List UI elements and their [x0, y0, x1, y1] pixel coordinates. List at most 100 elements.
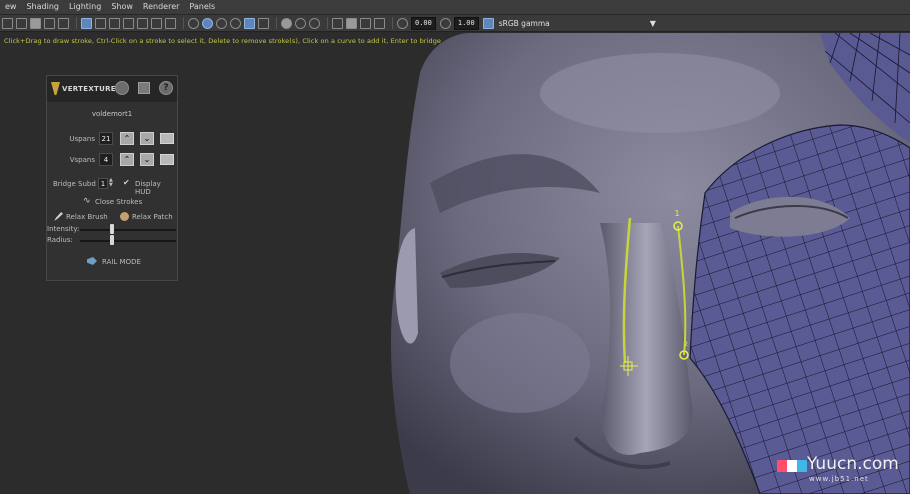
viewport[interactable]: 1 2 Click+Drag to draw stroke, Ctrl-Clic…	[0, 33, 910, 494]
ambient-occlusion-icon[interactable]	[281, 17, 292, 29]
intensity-row: Intensity:	[47, 224, 177, 235]
bookmark-icon[interactable]	[30, 17, 41, 29]
uspans-label: Uspans	[69, 135, 95, 143]
relax-patch-icon[interactable]	[120, 212, 129, 221]
anti-aliasing-icon[interactable]	[309, 17, 320, 29]
2d-pan-zoom-icon[interactable]	[58, 17, 69, 29]
select-camera-icon[interactable]	[2, 17, 13, 29]
menu-bar: ew Shading Lighting Show Renderer Panels	[0, 0, 910, 15]
menu-shading[interactable]: Shading	[21, 0, 64, 14]
radius-slider[interactable]	[80, 240, 176, 242]
watermark-subtext: www.jb51.net	[809, 475, 869, 483]
shadows-icon[interactable]	[258, 17, 269, 29]
close-strokes-label: Close Strokes	[95, 198, 143, 206]
intensity-slider[interactable]	[80, 229, 176, 231]
lighting-icon[interactable]	[244, 17, 255, 29]
field-chart-icon[interactable]	[137, 17, 148, 29]
mesh-name: voldemort1	[91, 110, 133, 118]
film-gate-icon[interactable]	[95, 17, 106, 29]
uspans-row: Uspans 21 ⌃ ⌄	[47, 132, 177, 146]
toolbar-divider	[327, 17, 328, 29]
motion-blur-icon[interactable]	[295, 17, 306, 29]
exposure-icon[interactable]	[397, 17, 408, 29]
menu-view[interactable]: ew	[0, 0, 21, 14]
vertexture-panel: VERTEXTURE ? voldemort1 Uspans 21 ⌃ ⌄ Vs…	[46, 75, 178, 281]
panel-header: VERTEXTURE ?	[47, 76, 177, 102]
display-hud-label: Display HUD	[135, 180, 161, 196]
display-hud-checkbox[interactable]: ✔	[123, 178, 130, 187]
uspans-up-icon[interactable]: ⌃	[120, 132, 134, 145]
color-management-icon[interactable]	[482, 17, 494, 29]
circle-half-icon[interactable]	[115, 81, 129, 95]
wireframe-icon[interactable]	[188, 17, 199, 29]
bridge-subd-row: Bridge Subd 1 ▲ ▼ ✔ Display HUD	[47, 178, 177, 197]
wireframe-on-shaded-icon[interactable]	[216, 17, 227, 29]
exposure-field[interactable]: 0.00	[411, 16, 436, 30]
intensity-handle[interactable]	[110, 224, 115, 234]
vspans-up-icon[interactable]: ⌃	[120, 153, 134, 166]
menu-renderer[interactable]: Renderer	[138, 0, 185, 14]
toolbar-divider	[76, 17, 77, 29]
watermark-bar-red	[777, 460, 787, 472]
toolbar-divider	[276, 17, 277, 29]
vspans-reset-button[interactable]	[160, 154, 174, 165]
xray-joints-icon[interactable]	[360, 17, 371, 29]
menu-panels[interactable]: Panels	[184, 0, 220, 14]
view-transform-select[interactable]: sRGB gamma	[499, 19, 550, 28]
vspans-label: Vspans	[69, 156, 95, 164]
menu-icon[interactable]	[138, 82, 150, 94]
rail-mode-icon	[87, 257, 97, 265]
isolate-select-icon[interactable]	[332, 17, 343, 29]
vspans-row: Vspans 4 ⌃ ⌄	[47, 153, 177, 167]
watermark-bar-white	[787, 460, 797, 472]
radius-handle[interactable]	[110, 235, 115, 245]
relax-row: Relax Brush Relax Patch	[47, 211, 177, 223]
menu-show[interactable]: Show	[106, 0, 138, 14]
uspans-reset-button[interactable]	[160, 133, 174, 144]
tool-hint: Click+Drag to draw stroke, Ctrl-Click on…	[4, 37, 442, 45]
gamma-icon[interactable]	[439, 17, 451, 29]
vspans-field[interactable]: 4	[99, 153, 113, 166]
safe-action-icon[interactable]	[151, 17, 162, 29]
uspans-field[interactable]: 21	[99, 132, 113, 145]
rail-mode-button[interactable]: RAIL MODE	[47, 256, 177, 268]
radius-row: Radius:	[47, 235, 177, 246]
bridge-subd-label: Bridge Subd	[53, 180, 96, 188]
close-strokes-button[interactable]: ∿ Close Strokes	[47, 196, 177, 209]
textured-icon[interactable]	[230, 17, 241, 29]
xray-icon[interactable]	[346, 17, 357, 29]
vertexture-logo-icon	[51, 82, 60, 95]
spinner-icon[interactable]: ▲ ▼	[109, 178, 113, 188]
image-plane-icon[interactable]	[44, 17, 55, 29]
help-icon[interactable]: ?	[159, 81, 173, 95]
stroke-label-2: 2	[684, 341, 688, 348]
uspans-down-icon[interactable]: ⌄	[140, 132, 154, 145]
watermark-bar-blue	[797, 460, 807, 472]
close-strokes-icon: ∿	[83, 196, 91, 206]
radius-label: Radius:	[47, 236, 73, 244]
relax-brush-label[interactable]: Relax Brush	[66, 213, 108, 221]
rail-mode-label: RAIL MODE	[102, 258, 141, 266]
toolbar-divider	[183, 17, 184, 29]
panel-title: VERTEXTURE	[62, 85, 116, 93]
safe-title-icon[interactable]	[165, 17, 176, 29]
relax-patch-label[interactable]: Relax Patch	[132, 213, 173, 221]
panel-toolbar: 0.00 1.00 sRGB gamma ▼	[0, 15, 910, 32]
stroke-label-1: 1	[674, 209, 679, 218]
vspans-down-icon[interactable]: ⌄	[140, 153, 154, 166]
gate-mask-icon[interactable]	[123, 17, 134, 29]
menu-lighting[interactable]: Lighting	[64, 0, 106, 14]
bridge-subd-field[interactable]: 1	[98, 178, 108, 189]
watermark-logo: Yuucn.com www.jb51.net	[777, 450, 903, 490]
grid-icon[interactable]	[81, 17, 92, 29]
smooth-shade-icon[interactable]	[202, 17, 213, 29]
camera-attributes-icon[interactable]	[16, 17, 27, 29]
toolbar-divider	[392, 17, 393, 29]
relax-brush-icon[interactable]	[54, 212, 63, 221]
backface-culling-icon[interactable]	[374, 17, 385, 29]
intensity-label: Intensity:	[47, 225, 80, 233]
resolution-gate-icon[interactable]	[109, 17, 120, 29]
gamma-field[interactable]: 1.00	[453, 16, 479, 30]
chevron-down-icon[interactable]: ▼	[650, 19, 656, 28]
watermark-text: Yuucn.com	[807, 454, 899, 474]
